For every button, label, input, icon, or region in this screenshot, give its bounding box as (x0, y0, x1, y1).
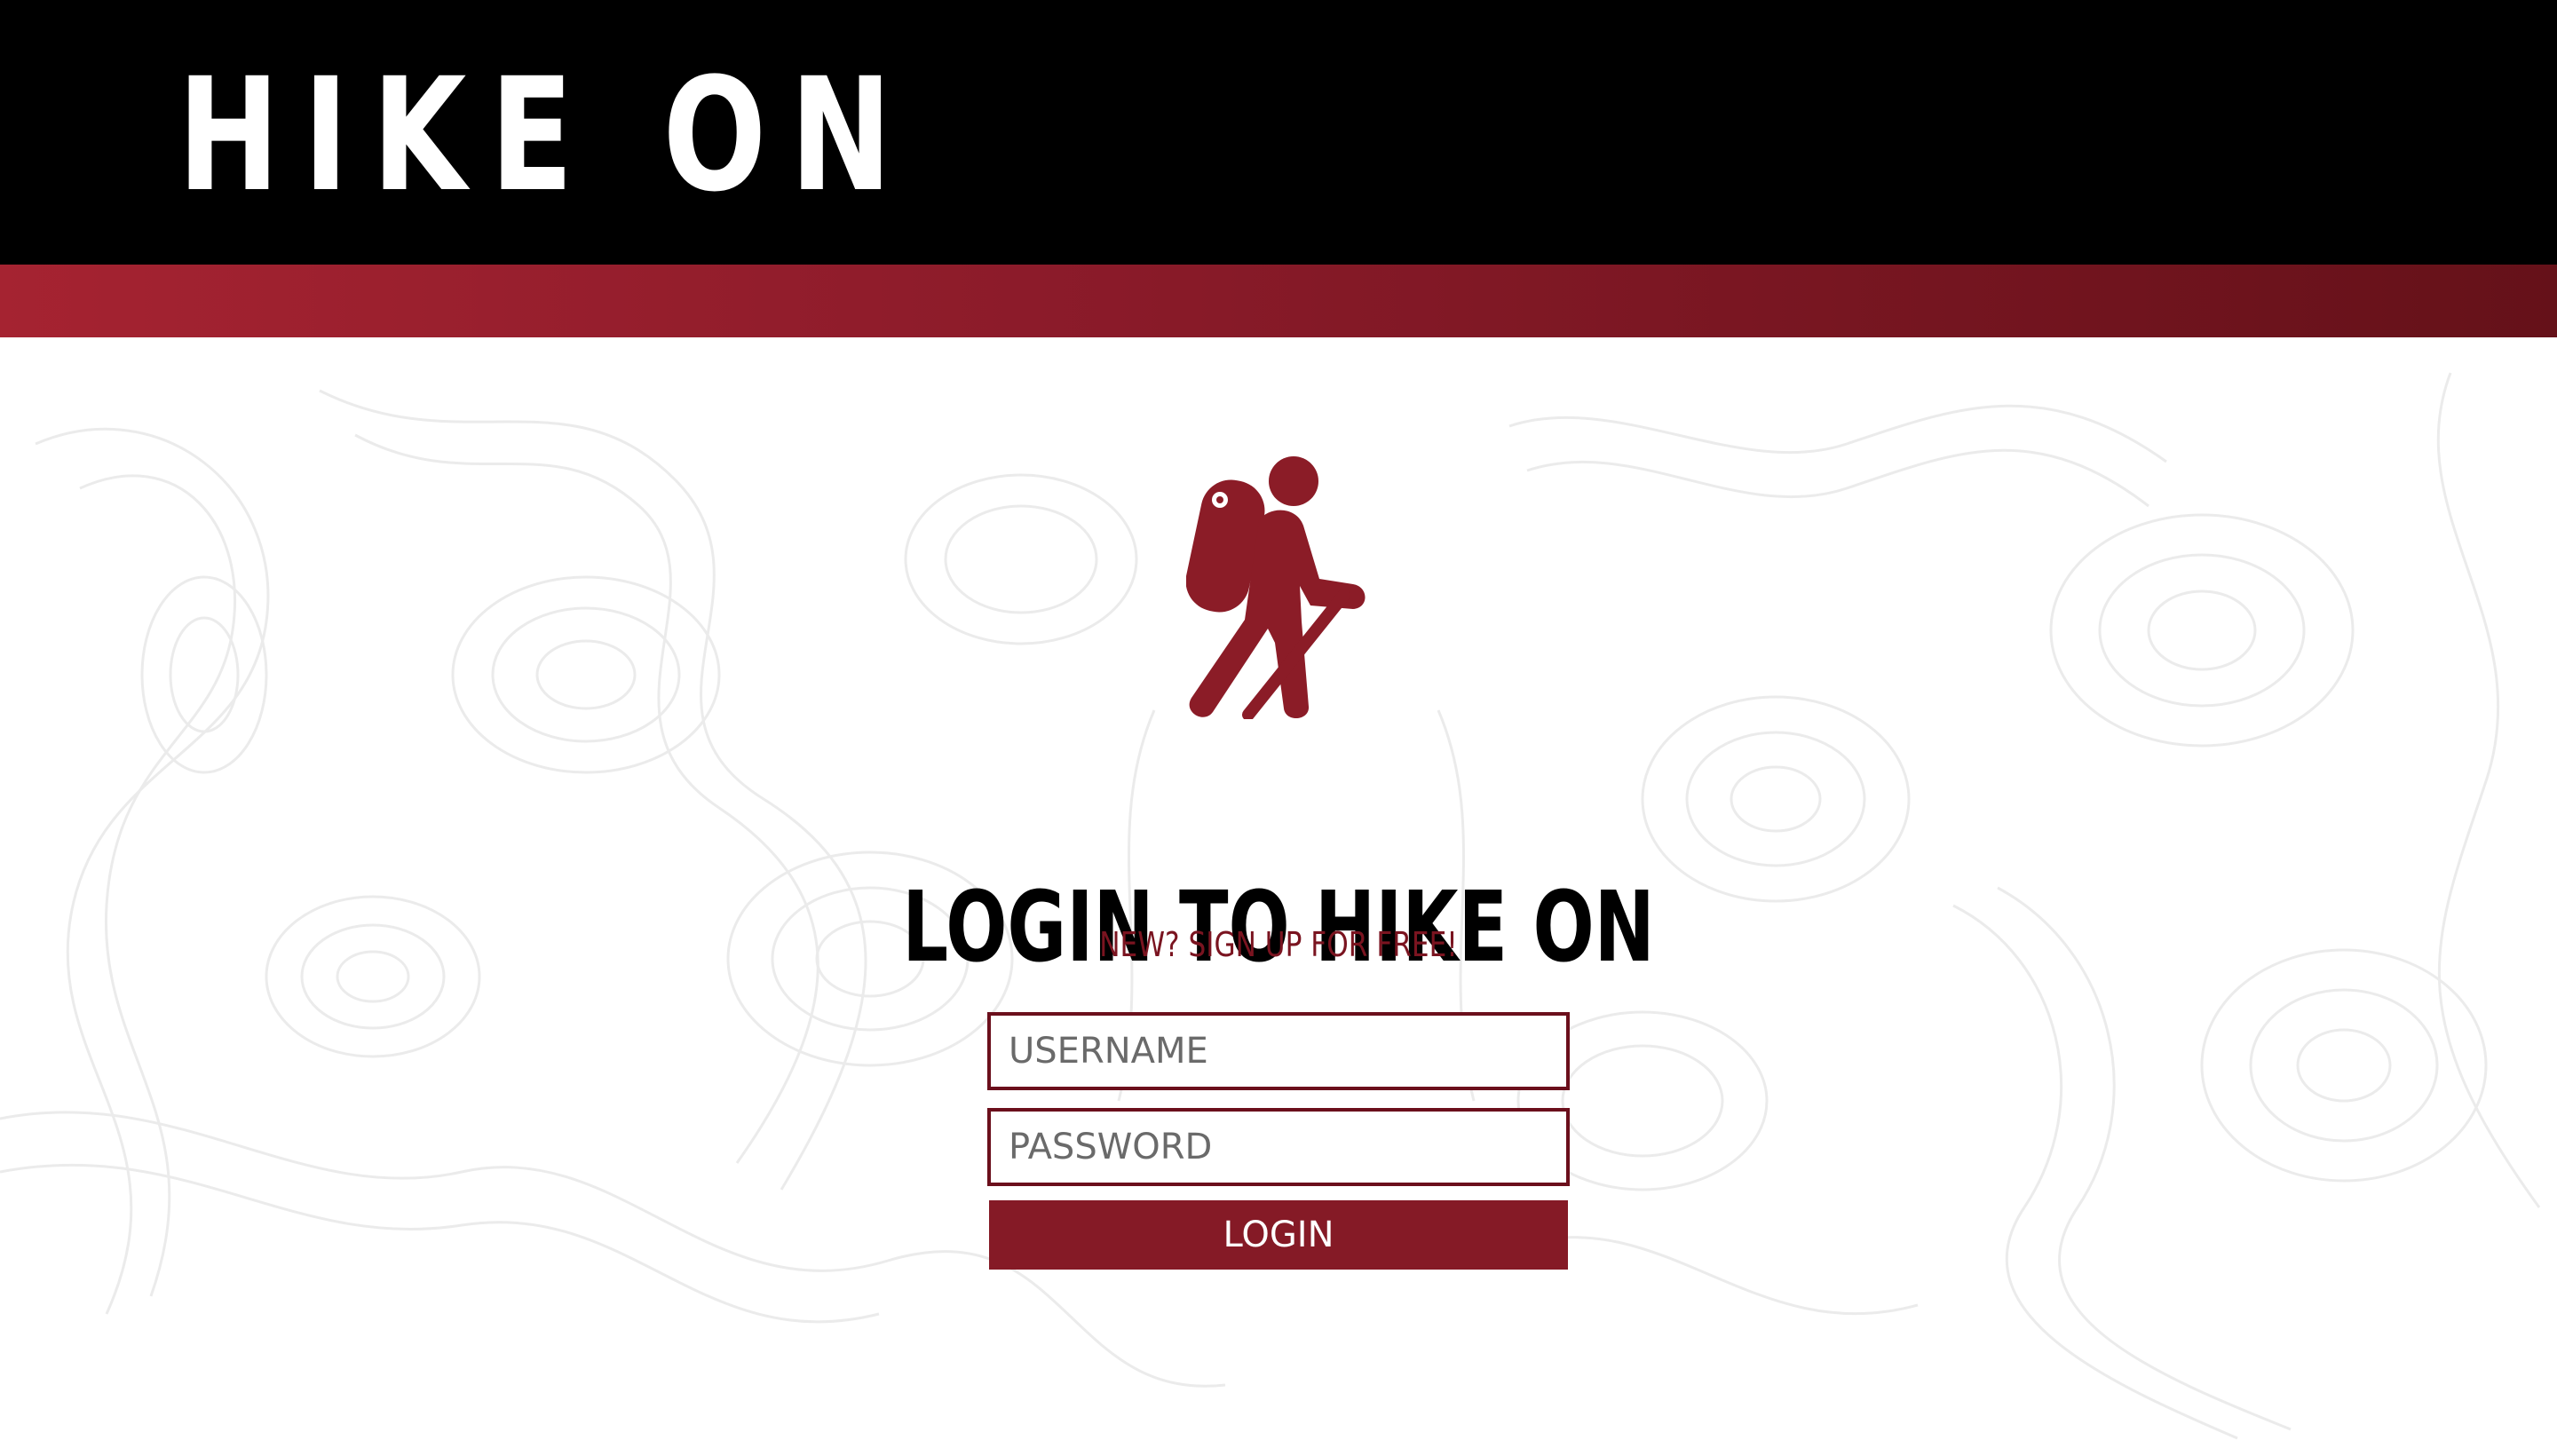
signup-link[interactable]: NEW? SIGN UP FOR FREE! (230, 923, 2327, 966)
login-button[interactable]: LOGIN (989, 1200, 1568, 1270)
login-section: LOGIN TO HIKE ON NEW? SIGN UP FOR FREE! … (0, 337, 2557, 1456)
site-header: HIKE ON (0, 0, 2557, 265)
password-input[interactable] (987, 1108, 1570, 1186)
hiker-icon (1186, 456, 1366, 719)
login-page: HIKE ON LOGIN TO HIKE ON NEW? SIGN UP FO… (0, 0, 2557, 1456)
accent-stripe (0, 265, 2557, 337)
brand-logo-text: HIKE ON (178, 44, 916, 226)
username-input[interactable] (987, 1012, 1570, 1090)
